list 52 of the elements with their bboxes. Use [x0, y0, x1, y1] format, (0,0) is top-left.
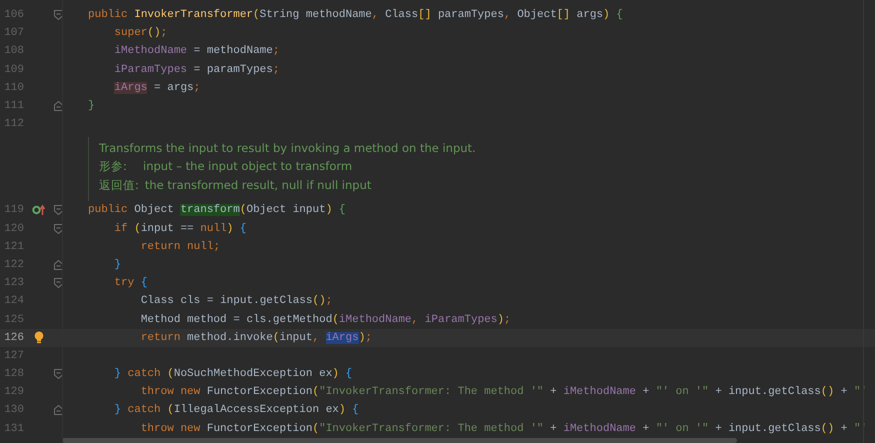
line-number: 124	[3, 295, 24, 308]
override-marker-icon[interactable]	[32, 204, 46, 216]
line-number: 120	[3, 222, 24, 235]
fold-end-marker-icon[interactable]	[54, 405, 63, 416]
line-number: 109	[3, 64, 24, 76]
code-line: iMethodName = methodName;	[113, 44, 280, 60]
code-line: } catch (IllegalAccessException ex) {	[113, 403, 359, 418]
code-line: return method.invoke(input, iArgs);	[140, 330, 372, 346]
code-line: Class cls = input.getClass();	[140, 294, 332, 310]
line-number: 122	[3, 258, 24, 271]
fold-marker-icon[interactable]	[54, 224, 63, 234]
code-line: iArgs = args;	[113, 80, 200, 96]
line-number: 130	[3, 404, 24, 416]
line-number: 126	[3, 332, 24, 344]
code-line: public InvokerTransformer(String methodName, Class[] paramTypes, Object[] args) {	[88, 8, 623, 24]
code-line: super();	[113, 26, 168, 42]
line-number: 119	[3, 204, 24, 216]
line-number: 129	[3, 386, 24, 398]
line-number: 106	[3, 9, 24, 22]
fold-end-marker-icon[interactable]	[54, 260, 63, 270]
line-number: 111	[3, 100, 24, 112]
code-line: try {	[113, 276, 148, 292]
fold-marker-icon[interactable]	[54, 10, 63, 20]
fold-marker-icon[interactable]	[54, 278, 63, 288]
doc-label: 返回值:	[99, 178, 139, 194]
fold-marker-icon[interactable]	[54, 369, 63, 380]
code-line: }	[88, 99, 95, 114]
horizontal-scrollbar[interactable]	[62, 438, 737, 443]
line-number: 107	[3, 27, 24, 40]
code-line: Method method = cls.getMethod(iMethodName, iParamTypes);	[140, 312, 511, 328]
line-number: 128	[3, 368, 24, 380]
line-number: 112	[3, 118, 24, 130]
code-line: if (input == null) {	[113, 222, 246, 237]
line-number: 110	[3, 82, 24, 94]
line-number: 123	[3, 277, 24, 290]
lightbulb-icon[interactable]	[34, 331, 44, 344]
doc-label: 形参:	[99, 159, 128, 174]
line-number: 127	[3, 350, 24, 362]
doc-param: input – the input object to transform	[143, 159, 352, 174]
line-number: 121	[3, 240, 24, 253]
code-line: } catch (NoSuchMethodException ex) {	[113, 367, 352, 382]
fold-marker-icon[interactable]	[54, 205, 63, 216]
code-line: iParamTypes = paramTypes;	[113, 62, 280, 78]
code-line: return null;	[140, 240, 220, 255]
code-line: }	[113, 258, 122, 273]
code-line: public Object transform(Object input) {	[88, 203, 346, 218]
line-number: 131	[3, 422, 24, 435]
line-number: 125	[3, 314, 24, 326]
fold-end-marker-icon[interactable]	[54, 101, 63, 112]
doc-summary: Transforms the input to result by invoking a method on the input.	[99, 140, 476, 156]
doc-returns: the transformed result, null if null input	[144, 178, 372, 194]
line-number: 108	[3, 45, 24, 58]
